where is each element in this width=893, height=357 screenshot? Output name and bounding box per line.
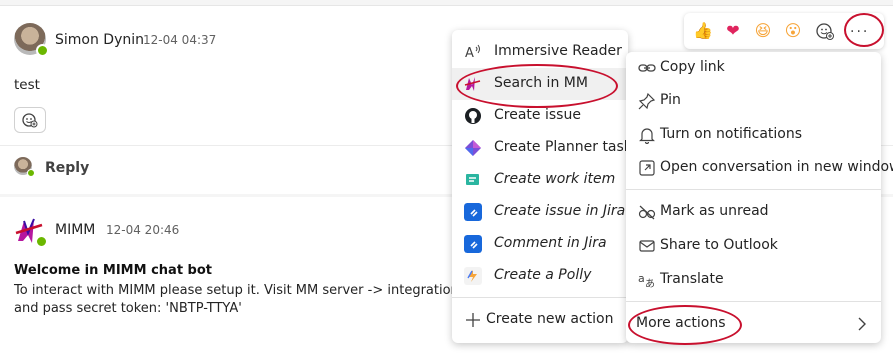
more-options-menu: Copy link Pin Turn on notifications Open…	[626, 52, 893, 343]
menu-item-label: Share to Outlook	[660, 237, 778, 253]
github-icon	[465, 108, 481, 124]
emoji-add-icon	[22, 113, 38, 128]
laugh-emoji-icon[interactable]: 😆	[752, 20, 774, 42]
annotation-circle	[628, 305, 742, 345]
menu-item-turn-on-notifications[interactable]: Turn on notifications	[626, 119, 881, 151]
more-reactions-icon[interactable]	[814, 20, 836, 42]
presence-available-icon	[35, 235, 48, 248]
menu-item-create-work-item[interactable]: Create work item	[452, 164, 628, 196]
menu-item-label: Copy link	[660, 59, 725, 75]
heart-emoji-icon[interactable]: ❤	[722, 20, 744, 42]
menu-item-label: Turn on notifications	[660, 126, 803, 142]
menu-item-label: Create issue in Jira	[494, 203, 626, 219]
chevron-right-icon	[858, 317, 866, 331]
annotation-circle	[844, 13, 884, 47]
message-title: Welcome in MIMM chat bot	[14, 263, 213, 278]
menu-item-label: Immersive Reader	[494, 43, 622, 59]
bell-icon	[639, 128, 655, 144]
timestamp: 12-04 04:37	[143, 33, 217, 47]
planner-icon	[465, 140, 481, 156]
menu-item-label: Open conversation in new window	[660, 159, 893, 175]
unread-icon	[638, 205, 656, 220]
timestamp: 12-04 20:46	[106, 223, 180, 237]
link-icon	[638, 64, 656, 72]
svg-text:a: a	[638, 272, 645, 285]
menu-divider	[626, 189, 881, 190]
menu-item-create-planner-task[interactable]: Create Planner task	[452, 132, 632, 164]
menu-divider	[452, 297, 628, 298]
menu-item-label: Create new action	[486, 311, 614, 327]
menu-item-mark-as-unread[interactable]: Mark as unread	[626, 196, 881, 228]
presence-available-icon	[27, 169, 35, 177]
menu-item-create-a-polly[interactable]: Create a Polly	[452, 260, 628, 292]
bot-avatar[interactable]	[14, 215, 48, 248]
menu-item-copy-link[interactable]: Copy link	[626, 52, 881, 84]
reply-button[interactable]: Reply	[45, 160, 89, 176]
author-name[interactable]: MIMM	[55, 222, 95, 238]
menu-item-label: Comment in Jira	[494, 235, 607, 251]
pin-icon	[638, 92, 656, 110]
menu-item-label: Create issue	[494, 107, 581, 123]
menu-item-translate[interactable]: a あ Translate	[626, 264, 881, 296]
mail-icon	[639, 240, 655, 252]
menu-item-open-conversation-in-new-window[interactable]: Open conversation in new window	[626, 152, 893, 184]
plus-icon	[466, 313, 480, 327]
translate-icon: a あ	[638, 272, 655, 289]
annotation-circle	[456, 64, 618, 108]
like-emoji-icon[interactable]: 👍	[692, 20, 714, 42]
polly-icon	[464, 267, 482, 285]
menu-item-label: Create a Polly	[494, 267, 592, 283]
work-item-icon	[466, 174, 479, 185]
menu-item-share-to-outlook[interactable]: Share to Outlook	[626, 230, 881, 262]
menu-item-label: Pin	[660, 92, 681, 108]
menu-item-comment-in-jira[interactable]: Comment in Jira	[452, 228, 628, 260]
svg-text:あ: あ	[645, 278, 655, 289]
jira-icon	[464, 235, 482, 253]
menu-item-pin[interactable]: Pin	[626, 85, 881, 117]
menu-item-label: Create work item	[494, 171, 616, 187]
surprised-emoji-icon[interactable]: 😮	[782, 20, 804, 42]
message-text: test	[14, 77, 40, 93]
add-reaction-button[interactable]	[14, 107, 46, 133]
user-avatar[interactable]	[14, 23, 49, 57]
menu-item-label: Create Planner task	[494, 139, 632, 155]
menu-item-create-issue-in-jira[interactable]: Create issue in Jira	[452, 196, 628, 228]
message-text: To interact with MIMM please setup it. V…	[14, 283, 475, 298]
create-new-action-button[interactable]: Create new action	[452, 304, 628, 336]
menu-item-label: Translate	[660, 271, 724, 287]
menu-item-label: Mark as unread	[660, 203, 769, 219]
reply-avatar	[14, 157, 35, 177]
message-text: and pass secret token: 'NBTP-TTYA'	[14, 301, 242, 316]
jira-icon	[464, 203, 482, 221]
popout-icon	[639, 160, 655, 176]
immersive-reader-icon: A	[465, 44, 480, 61]
svg-text:A: A	[465, 46, 474, 61]
author-name[interactable]: Simon Dynin	[55, 32, 144, 48]
menu-divider	[626, 301, 881, 302]
presence-available-icon	[36, 44, 49, 57]
